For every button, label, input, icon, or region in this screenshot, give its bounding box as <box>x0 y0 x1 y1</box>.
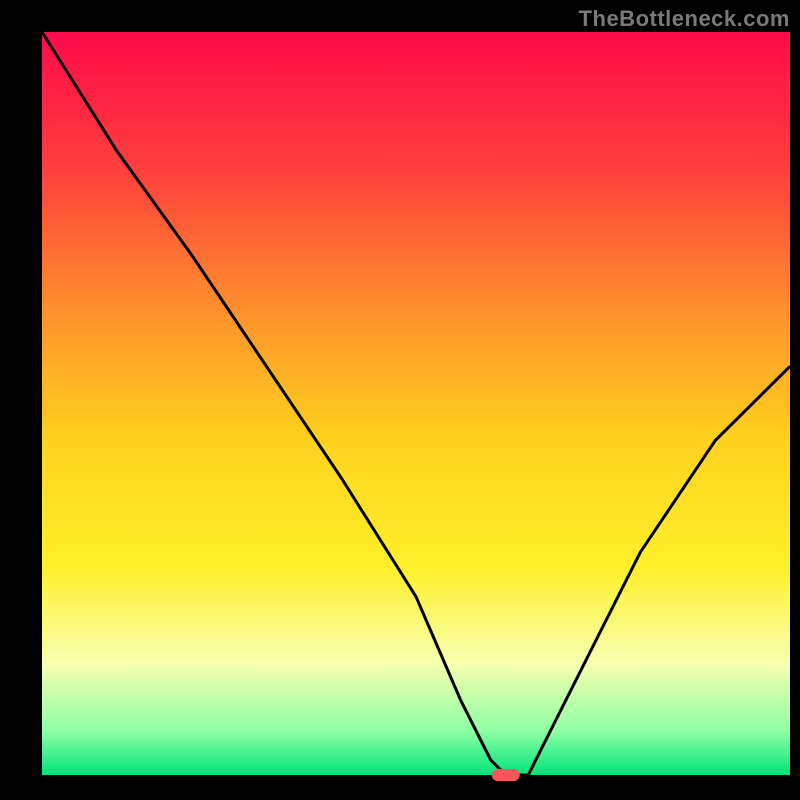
sweet-spot-marker <box>492 769 520 781</box>
chart-frame: { "attribution": "TheBottleneck.com", "c… <box>0 0 800 800</box>
bottleneck-chart <box>0 0 800 800</box>
plot-background <box>42 32 790 775</box>
